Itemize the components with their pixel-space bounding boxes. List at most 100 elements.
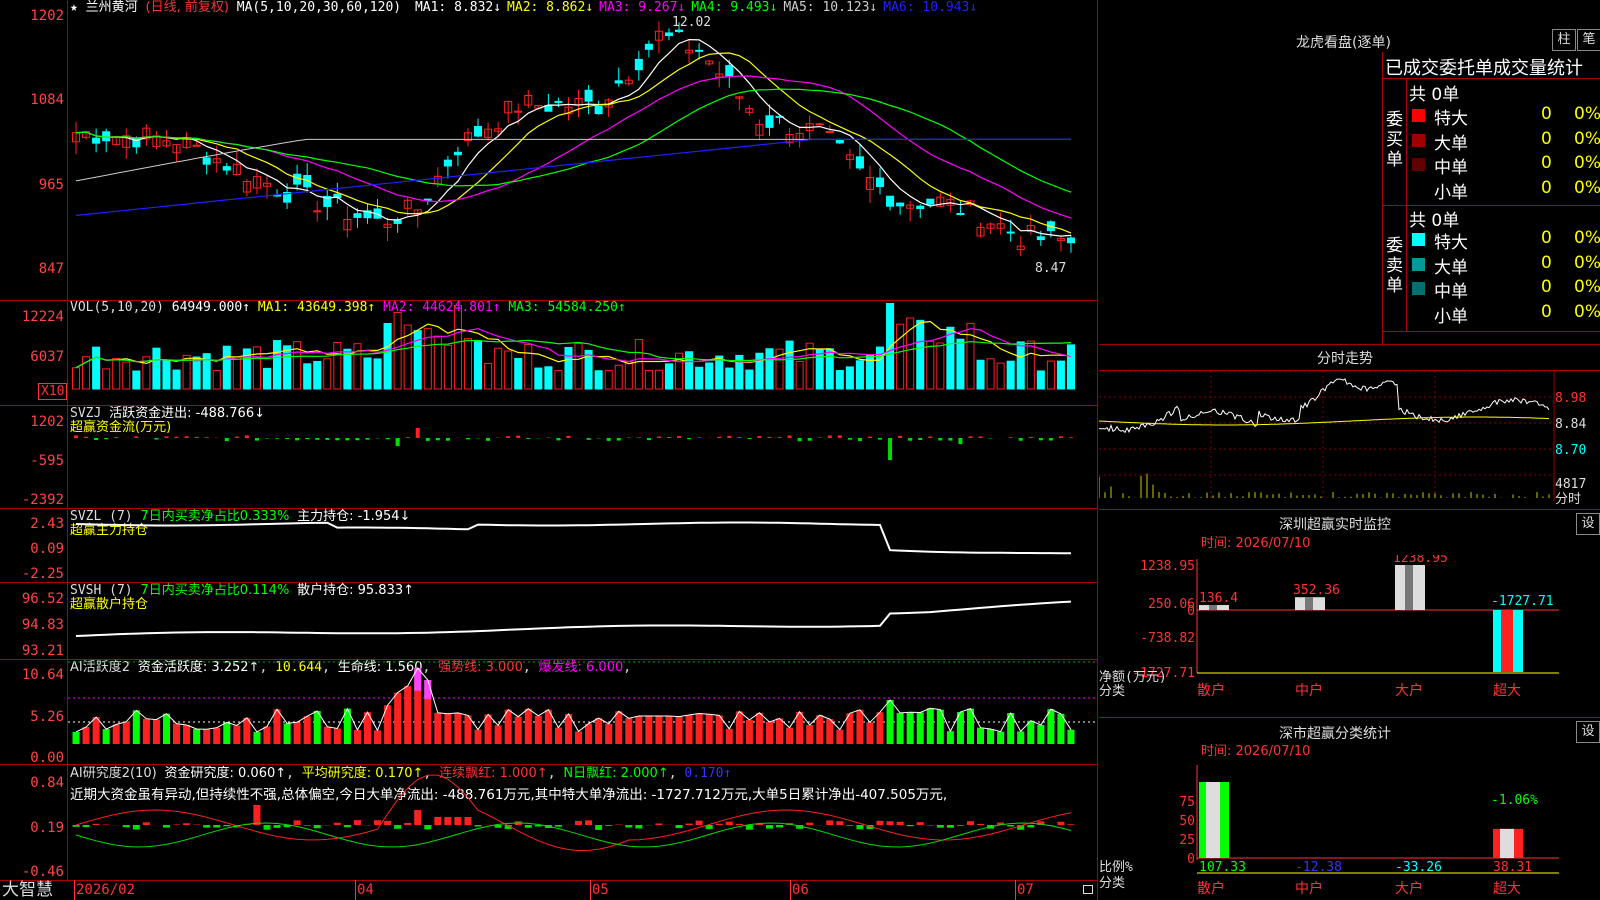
intraday-vol-label: 4817: [1555, 477, 1587, 492]
order-type: 小单: [1434, 182, 1468, 203]
flow-bar: [385, 438, 390, 440]
flow-bar: [837, 435, 842, 438]
activity-bar: [866, 722, 874, 744]
activity-bar: [273, 709, 281, 744]
research-bar: [715, 823, 723, 825]
classify-axis-label: 75: [1179, 795, 1195, 810]
monitor-axis-label: 0: [1187, 604, 1195, 619]
flow-bar: [164, 436, 169, 438]
monitor-bar-core: [1501, 610, 1513, 672]
dragon-title: 龙虎看盘(逐单): [1296, 35, 1391, 51]
flow-bar: [747, 438, 752, 439]
activity-bar: [796, 711, 804, 744]
volume-bar: [755, 352, 764, 390]
flow-bar: [797, 438, 802, 442]
candle-body: [1066, 237, 1075, 244]
activity-bar: [293, 722, 301, 744]
research-bar: [725, 821, 733, 825]
research-bar: [293, 820, 301, 825]
research-bar: [846, 825, 854, 826]
date-label-2: 04: [357, 882, 374, 898]
monitor-settings-button[interactable]: 设: [1576, 513, 1600, 535]
flow-bar: [857, 438, 862, 441]
research-bar: [635, 825, 643, 829]
activity-bar: [404, 685, 412, 744]
monitor-bar-label: -1727.71: [1491, 594, 1554, 609]
volume-bar: [72, 367, 81, 390]
date-label-4: 06: [792, 882, 809, 898]
price-axis-1: 1202: [30, 8, 64, 24]
volume-bar: [373, 358, 382, 390]
volume-bar: [333, 341, 342, 390]
ai-research-chart[interactable]: [68, 765, 1097, 880]
activity-bar: [504, 709, 512, 744]
order-count: 0: [1541, 277, 1552, 297]
volume-chart[interactable]: [68, 301, 1097, 405]
activity-bar: [997, 731, 1005, 744]
svzl-axis-1: 2.43: [30, 516, 64, 532]
intraday-chart[interactable]: [1099, 371, 1600, 508]
low-price-label: 8.47: [1035, 261, 1067, 276]
activity-bar: [203, 729, 211, 744]
flow-bar: [224, 438, 229, 442]
classify-settings-button[interactable]: 设: [1576, 721, 1600, 743]
lock-icon[interactable]: [1083, 885, 1093, 894]
activity-bar: [213, 727, 221, 744]
candle-body: [765, 115, 774, 128]
activity-bar: [193, 729, 201, 744]
order-tabs-title[interactable]: 已成交委托单成交量统计: [1385, 54, 1583, 80]
flow-bar: [847, 438, 852, 440]
ai-activity-chart[interactable]: [68, 660, 1097, 764]
research-bar: [414, 810, 422, 825]
svzl-chart[interactable]: [68, 509, 1097, 582]
buy-side-label: 委买单: [1386, 110, 1403, 170]
classify-bar-chart[interactable]: 75 50 25 0 -1.06% 107.33 -12.38 -33.26 38.31 散户 中户…: [1099, 765, 1600, 900]
classify-title: 深市超赢分类统计: [1279, 726, 1391, 742]
order-type: 中单: [1434, 282, 1468, 302]
activity-bar: [705, 714, 713, 744]
flow-bar: [737, 436, 742, 438]
flow-bar: [656, 436, 661, 438]
activity-bar: [655, 716, 663, 744]
svsh-chart[interactable]: [68, 583, 1097, 659]
volume-bar: [212, 369, 221, 390]
activity-bar: [1017, 731, 1025, 744]
order-swatch: [1412, 282, 1425, 295]
volume-bar: [102, 368, 111, 390]
intraday-vol-unit: 分时: [1555, 492, 1582, 507]
candle-body: [855, 156, 864, 169]
research-bar: [765, 825, 773, 829]
flow-bar: [526, 438, 531, 439]
main-chart-area[interactable]: ★ 兰州黄河 (日线, 前复权) MA(5,10,20,30,60,120) M…: [0, 0, 1098, 900]
volume-bar: [664, 363, 673, 390]
pen-button[interactable]: 笔: [1577, 29, 1600, 51]
flow-bar: [626, 437, 631, 438]
flow-bar: [827, 435, 832, 438]
flow-bar: [365, 438, 370, 440]
research-bar: [1057, 821, 1065, 825]
bar-button[interactable]: 柱: [1552, 29, 1576, 51]
svzj-chart[interactable]: [68, 406, 1097, 508]
order-pct: 0%: [1574, 153, 1600, 173]
monitor-bar-label: 352.36: [1293, 583, 1340, 598]
research-bar: [464, 817, 472, 825]
research-bar: [384, 820, 392, 825]
order-pct: 0%: [1574, 277, 1600, 297]
order-swatch: [1412, 109, 1425, 122]
volume-bar: [785, 340, 794, 390]
candle-body: [614, 80, 623, 84]
research-bar: [524, 825, 532, 828]
order-swatch: [1412, 158, 1425, 171]
monitor-bar-chart[interactable]: 1238.95250.060-738.82-1727.71136.4352.36…: [1099, 555, 1600, 715]
activity-bar: [173, 723, 181, 744]
research-bar: [776, 825, 784, 828]
candle-body: [896, 202, 905, 207]
flow-bar: [767, 436, 772, 438]
flow-bar: [415, 428, 420, 438]
flow-bar: [687, 438, 692, 440]
ai1-axis-2: 5.26: [30, 709, 64, 725]
candlestick-chart[interactable]: [68, 0, 1097, 300]
volume-bar: [1016, 341, 1025, 390]
order-type: 中单: [1434, 158, 1468, 178]
volume-bar: [363, 357, 372, 390]
